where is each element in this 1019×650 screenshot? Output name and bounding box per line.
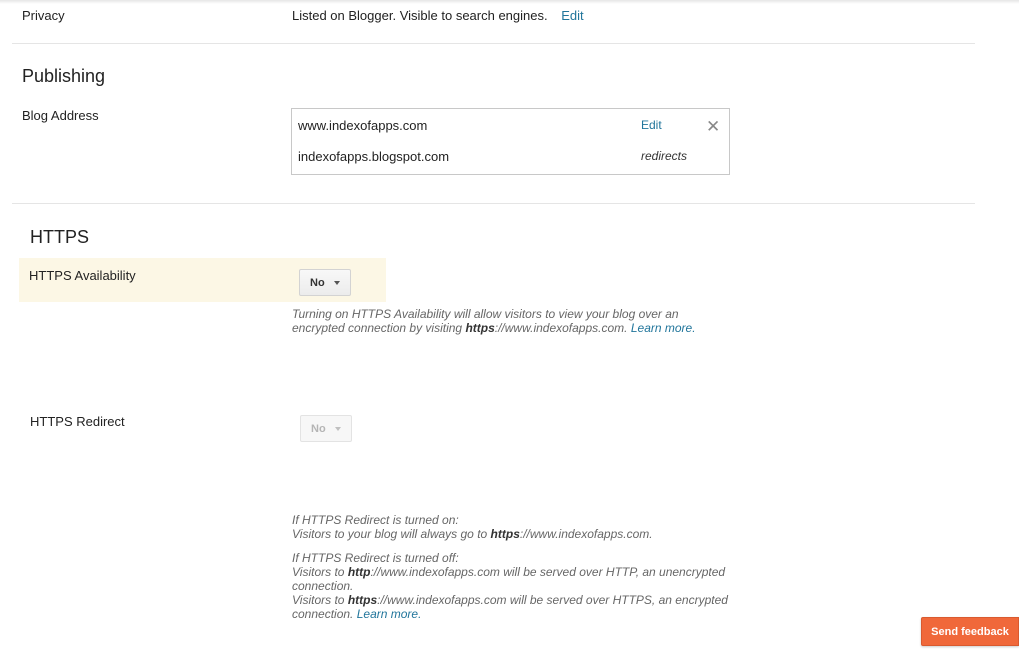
https-redirect-help: If HTTPS Redirect is turned on: Visitors… (292, 513, 742, 621)
redirect-off-line2: Visitors to https://www.indexofapps.com … (292, 593, 742, 621)
help-bold: http (347, 565, 371, 579)
https-redirect-dropdown[interactable]: No (300, 415, 352, 442)
privacy-value: Listed on Blogger. Visible to search eng… (292, 8, 584, 23)
help-text: Visitors to (292, 593, 348, 607)
https-redirect-label: HTTPS Redirect (30, 414, 125, 429)
divider (12, 43, 975, 44)
help-text: Visitors to your blog will always go to (292, 527, 491, 541)
help-url: ://www.indexofapps.com. (494, 321, 628, 335)
https-availability-help: Turning on HTTPS Availability will allow… (292, 307, 712, 335)
redirect-off-heading: If HTTPS Redirect is turned off: (292, 551, 459, 565)
https-title: HTTPS (30, 227, 90, 247)
help-bold: https (347, 593, 378, 607)
learn-more-link[interactable]: Learn more. (631, 321, 696, 335)
https-availability-label: HTTPS Availability (29, 268, 136, 283)
blog-address-edit-link[interactable]: Edit (641, 118, 662, 132)
https-redirect-value: No (311, 422, 326, 435)
redirects-label: redirects (641, 149, 688, 163)
privacy-status-text: Listed on Blogger. Visible to search eng… (292, 8, 548, 23)
privacy-label: Privacy (22, 8, 65, 23)
redirect-on-text: Visitors to your blog will always go to … (292, 527, 742, 541)
top-shadow (0, 0, 1019, 4)
https-availability-dropdown[interactable]: No (299, 269, 351, 296)
redirect-on-heading: If HTTPS Redirect is turned on: (292, 513, 459, 527)
help-text: Visitors to (292, 565, 348, 579)
blog-address-box: www.indexofapps.com Edit ✕ indexofapps.b… (291, 108, 730, 175)
chevron-down-icon (335, 427, 341, 431)
divider (12, 203, 975, 204)
secondary-domain: indexofapps.blogspot.com (298, 149, 450, 164)
chevron-down-icon (334, 281, 340, 285)
redirect-off-line1: Visitors to http://www.indexofapps.com w… (292, 565, 742, 593)
learn-more-link[interactable]: Learn more. (357, 607, 422, 621)
privacy-edit-link[interactable]: Edit (561, 8, 583, 23)
send-feedback-button[interactable]: Send feedback (921, 617, 1019, 646)
close-icon[interactable]: ✕ (706, 118, 720, 135)
help-bold: https (490, 527, 520, 541)
help-bold: https (465, 321, 495, 335)
publishing-title: Publishing (22, 66, 106, 86)
blog-address-label: Blog Address (22, 108, 99, 123)
help-url: ://www.indexofapps.com. (519, 527, 653, 541)
primary-domain: www.indexofapps.com (298, 118, 428, 133)
https-availability-value: No (310, 276, 325, 289)
